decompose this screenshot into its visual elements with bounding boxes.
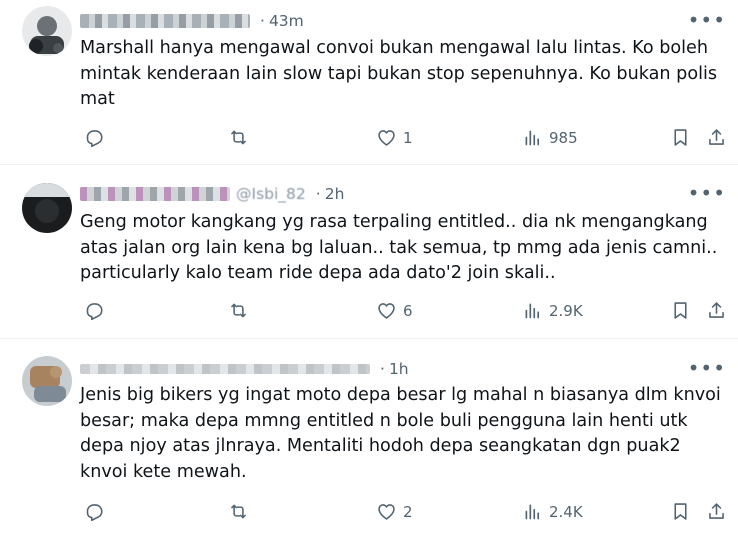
heart-icon (378, 130, 395, 146)
separator-dot: · (260, 12, 265, 30)
like-count: 6 (403, 301, 413, 320)
separator-dot: · (380, 360, 385, 378)
tweet-text: Jenis big bikers yg ingat moto depa besa… (80, 385, 727, 482)
views-icon (525, 303, 540, 319)
retweet-button[interactable] (228, 127, 249, 148)
views-button[interactable]: 2.9K (522, 300, 583, 321)
like-count: 2 (403, 502, 413, 521)
retweet-icon (231, 303, 246, 318)
retweet-icon (231, 130, 246, 145)
avatar[interactable] (22, 183, 72, 233)
bookmark-button[interactable] (670, 300, 691, 321)
view-count: 985 (549, 128, 578, 147)
tweet-header: · 1h (80, 358, 409, 380)
tweet-1[interactable]: · 43m ••• Marshall hanya mengawal convoi… (0, 0, 738, 164)
display-name-blurred[interactable] (80, 14, 250, 28)
timestamp[interactable]: 2h (325, 185, 345, 203)
views-icon (525, 504, 540, 520)
action-bar: 1 985 (80, 127, 730, 151)
heart-icon (378, 303, 395, 319)
reply-icon (86, 303, 103, 321)
share-button[interactable] (706, 300, 727, 321)
tweet-text: Geng motor kangkang yg rasa terpaling en… (80, 212, 723, 284)
bookmark-icon (674, 302, 687, 319)
avatar[interactable] (22, 356, 72, 406)
bookmark-button[interactable] (670, 127, 691, 148)
display-name-blurred[interactable] (80, 187, 230, 201)
share-icon (709, 503, 724, 519)
view-count: 2.4K (549, 502, 583, 521)
bookmark-icon (674, 503, 687, 520)
more-icon[interactable]: ••• (688, 181, 726, 205)
bookmark-button[interactable] (670, 501, 691, 522)
like-button[interactable]: 2 (376, 501, 413, 522)
reply-button[interactable] (84, 300, 105, 321)
avatar[interactable] (22, 6, 72, 56)
handle[interactable]: @Isbi_82 (236, 185, 306, 203)
views-button[interactable]: 985 (522, 127, 578, 148)
action-bar: 6 2.9K (80, 300, 730, 324)
like-count: 1 (403, 128, 413, 147)
retweet-button[interactable] (228, 501, 249, 522)
share-button[interactable] (706, 127, 727, 148)
tweet-header: @Isbi_82 · 2h (80, 183, 344, 205)
retweet-button[interactable] (228, 300, 249, 321)
share-icon (709, 129, 724, 145)
tweet-2[interactable]: @Isbi_82 · 2h ••• Geng motor kangkang yg… (0, 165, 738, 337)
separator-dot: · (315, 185, 321, 203)
heart-icon (378, 504, 395, 520)
view-count: 2.9K (549, 301, 583, 320)
reply-button[interactable] (84, 127, 105, 148)
timestamp[interactable]: 43m (269, 12, 304, 30)
more-icon[interactable]: ••• (688, 8, 726, 32)
like-button[interactable]: 6 (376, 300, 413, 321)
more-icon[interactable]: ••• (688, 356, 726, 380)
share-button[interactable] (706, 501, 727, 522)
bookmark-icon (674, 129, 687, 146)
views-icon (525, 130, 540, 146)
action-bar: 2 2.4K (80, 501, 730, 525)
reply-button[interactable] (84, 501, 105, 522)
like-button[interactable]: 1 (376, 127, 413, 148)
retweet-icon (231, 504, 246, 519)
views-button[interactable]: 2.4K (522, 501, 583, 522)
display-name-blurred[interactable] (80, 364, 370, 374)
tweet-header: · 43m (80, 10, 304, 32)
share-icon (709, 302, 724, 318)
reply-icon (86, 130, 103, 148)
reply-icon (86, 504, 103, 522)
tweet-3[interactable]: · 1h ••• Jenis big bikers yg ingat moto … (0, 339, 738, 541)
timestamp[interactable]: 1h (389, 360, 409, 378)
tweet-text: Marshall hanya mengawal convoi bukan men… (80, 38, 723, 110)
